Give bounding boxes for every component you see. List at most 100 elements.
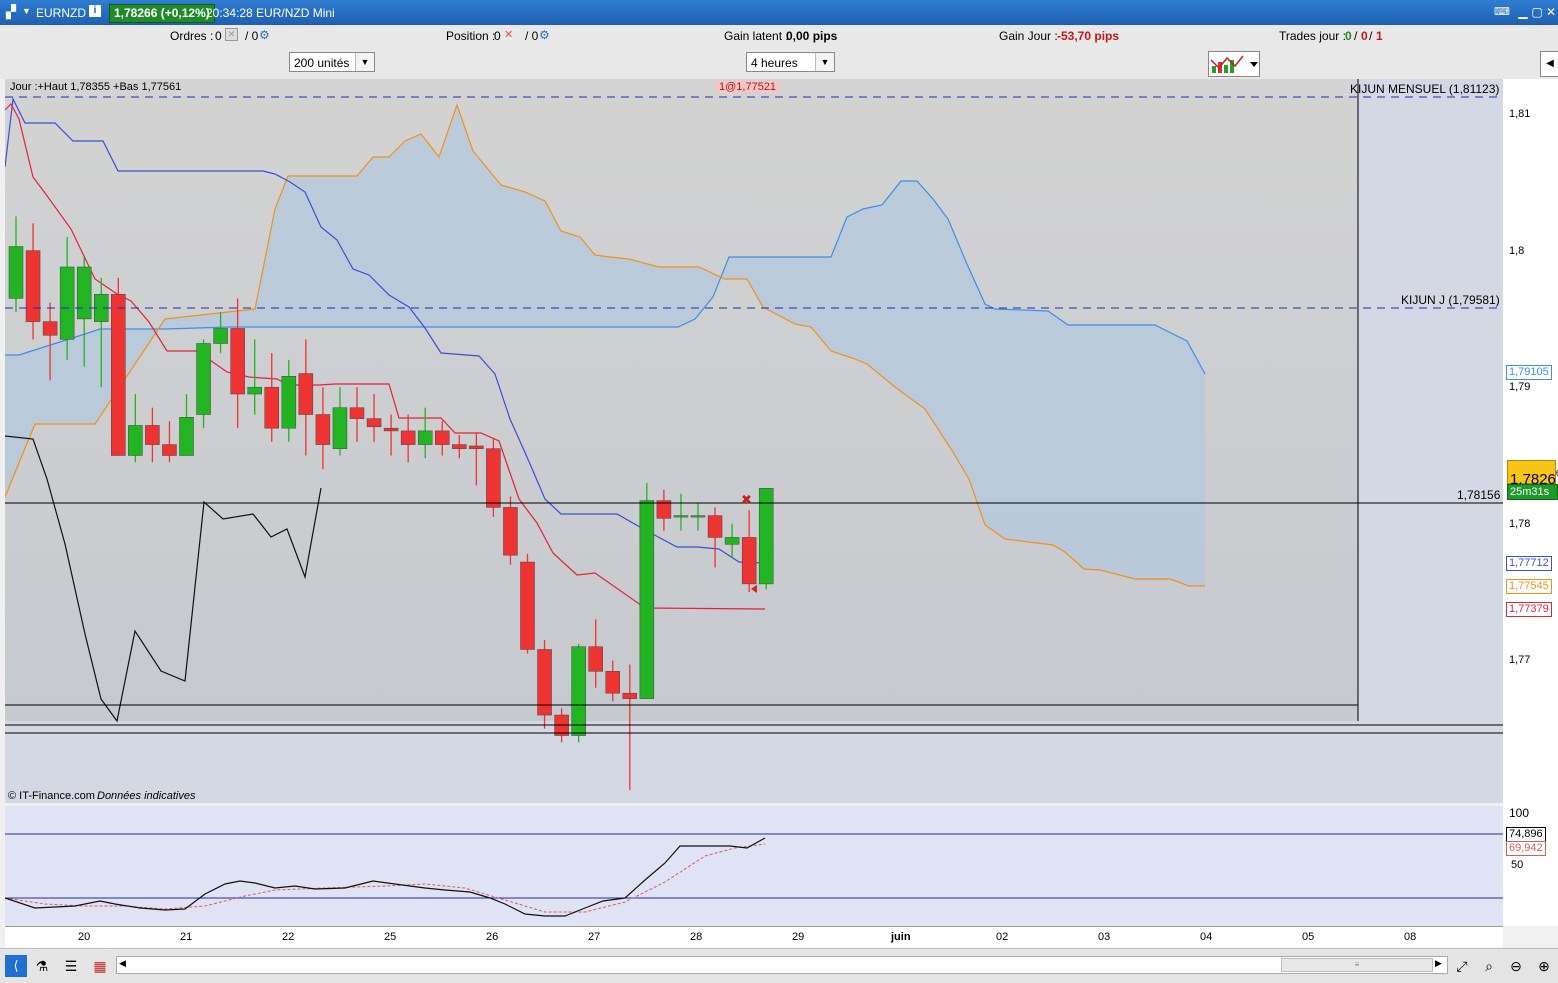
candle-body — [332, 407, 348, 449]
candle-body — [417, 430, 433, 445]
disclaimer-text: Données indicatives — [97, 790, 196, 802]
candle-body — [349, 407, 365, 419]
panel-toggle-icon[interactable]: ◀ — [1540, 51, 1558, 77]
candle-body — [281, 376, 297, 429]
date-tick: 21 — [180, 931, 193, 943]
copyright-text: © IT-Finance.com — [8, 790, 95, 802]
candle — [520, 553, 535, 654]
date-tick: 27 — [588, 931, 601, 943]
period-select[interactable]: 4 heures ▼ — [746, 52, 835, 72]
candle-body — [315, 414, 331, 445]
maximize-icon[interactable]: ▢ — [1530, 5, 1544, 19]
grid-icon[interactable]: ▦ — [89, 955, 111, 977]
date-tick: 22 — [282, 931, 295, 943]
candle-body — [690, 515, 706, 518]
chart-tools-button[interactable] — [1208, 51, 1260, 77]
candle-body — [452, 444, 467, 449]
cancel-orders-icon[interactable]: ✕ — [225, 28, 238, 41]
candle-body — [622, 692, 638, 699]
price-tick: 1,79 — [1509, 381, 1531, 393]
gain-jour-label: Gain Jour : — [999, 29, 1058, 43]
close-position-icon[interactable]: ✕ — [504, 28, 513, 41]
date-tick: 25 — [384, 931, 397, 943]
candle-body — [8, 246, 24, 299]
list-icon[interactable]: ☰ — [60, 955, 82, 977]
units-select-value: 200 unités — [294, 56, 350, 70]
chevron-down-icon[interactable]: ▼ — [815, 53, 834, 71]
price-tick: 1,8 — [1509, 245, 1525, 257]
price-axis[interactable]: 1,81 1,8 1,79 1,78 1,77 1,79105 1,78266 … — [1503, 79, 1558, 926]
candle-body — [76, 266, 92, 320]
date-tick: 05 — [1302, 931, 1315, 943]
gain-latent-value: 0,00 pips — [786, 29, 838, 43]
date-tick: 03 — [1098, 931, 1111, 943]
oscillator-chart[interactable] — [5, 806, 1503, 926]
share-icon[interactable]: ⟨ — [5, 955, 27, 977]
candle-body — [605, 671, 620, 694]
date-tick: 28 — [690, 931, 703, 943]
scrollbar-thumb[interactable]: ≡ — [1281, 958, 1433, 972]
keyboard-icon[interactable]: ⌨ — [1493, 5, 1511, 19]
window-title: 20:34:28 EUR/NZD Mini — [206, 6, 335, 20]
horizontal-line-label: 1,78156 — [1457, 488, 1501, 502]
fit-chart-icon[interactable]: ⤢ — [1451, 955, 1473, 977]
units-select[interactable]: 200 unités ▼ — [289, 52, 375, 72]
chart-tools-icon — [1210, 55, 1258, 73]
price-chart[interactable]: ✖ — [5, 79, 1503, 803]
osc-tag-signal: 69,942 — [1506, 841, 1546, 856]
symbol-label: EURNZD — [36, 6, 86, 20]
position-label: Position : — [446, 29, 496, 43]
current-price-tag: 1,78266 — [1507, 460, 1558, 488]
candle — [639, 482, 655, 699]
order-tag[interactable]: 1@1,77521 — [716, 81, 780, 93]
candle-body — [520, 561, 535, 650]
gear-icon[interactable]: ⚙ — [539, 28, 550, 42]
zoom-area-icon[interactable]: ⌕ — [1478, 955, 1500, 977]
zoom-out-icon[interactable]: ⊖ — [1505, 955, 1527, 977]
info-icon[interactable]: i — [89, 5, 101, 17]
minimize-icon[interactable]: ▁ — [1516, 5, 1530, 19]
price-change-badge: 1,78266 (+0,12%) — [109, 4, 215, 23]
control-bar: 200 unités ▼ 4 heures ▼ ◀ — [0, 47, 1558, 79]
date-tick: 29 — [792, 931, 805, 943]
close-icon[interactable]: ✕ — [1544, 5, 1558, 19]
candle-body — [162, 444, 177, 456]
scroll-right-icon[interactable]: ▶ — [1435, 958, 1442, 969]
osc-tag-main: 74,896 — [1506, 827, 1546, 842]
orders-pending: / 0 — [245, 29, 259, 43]
candle-body — [179, 417, 194, 456]
trading-info-bar: Ordres : 0 ✕ / 0 ⚙ Position : 0 ✕ / 0 ⚙ … — [0, 25, 1558, 48]
kijun-j-label: KIJUN J (1,79581) — [1401, 293, 1500, 307]
tag-cloud-a: 1,79105 — [1506, 365, 1552, 380]
daily-range-info: Jour :+Haut 1,78355 +Bas 1,77561 — [10, 81, 182, 93]
candle-body — [145, 425, 160, 445]
scroll-left-icon[interactable]: ◀ — [119, 958, 126, 969]
candle-body — [435, 430, 450, 445]
date-tick: 20 — [78, 931, 91, 943]
candle-body — [707, 515, 723, 538]
price-tick: 1,78 — [1509, 518, 1531, 530]
candle-body — [230, 328, 245, 395]
trades-separator: / — [1354, 29, 1358, 43]
osc-tick: 50 — [1511, 859, 1524, 871]
candle-body — [128, 425, 143, 456]
osc-tick: 100 — [1509, 806, 1530, 820]
candle-body — [741, 537, 757, 585]
candle-body — [298, 373, 314, 415]
tag-tenkan: 1,77379 — [1506, 602, 1552, 617]
candle-body — [400, 430, 416, 445]
chevron-down-icon[interactable]: ▼ — [355, 53, 374, 71]
candle-body — [724, 537, 740, 545]
candle-body — [383, 427, 399, 432]
candle — [111, 277, 126, 456]
candle-body — [196, 343, 211, 415]
order-marker-icon: ✖ — [741, 492, 752, 507]
time-scrollbar[interactable]: ◀ ≡ ▶ — [116, 956, 1448, 974]
indicators-icon[interactable]: ⚗ — [31, 955, 53, 977]
chevron-down-icon[interactable]: ▼ — [22, 6, 31, 16]
app-menu-icon[interactable]: ▞ — [6, 4, 16, 20]
date-tick: 08 — [1404, 931, 1417, 943]
date-tick: juin — [891, 931, 911, 943]
gear-icon[interactable]: ⚙ — [259, 28, 270, 42]
zoom-in-icon[interactable]: ⊕ — [1533, 955, 1555, 977]
